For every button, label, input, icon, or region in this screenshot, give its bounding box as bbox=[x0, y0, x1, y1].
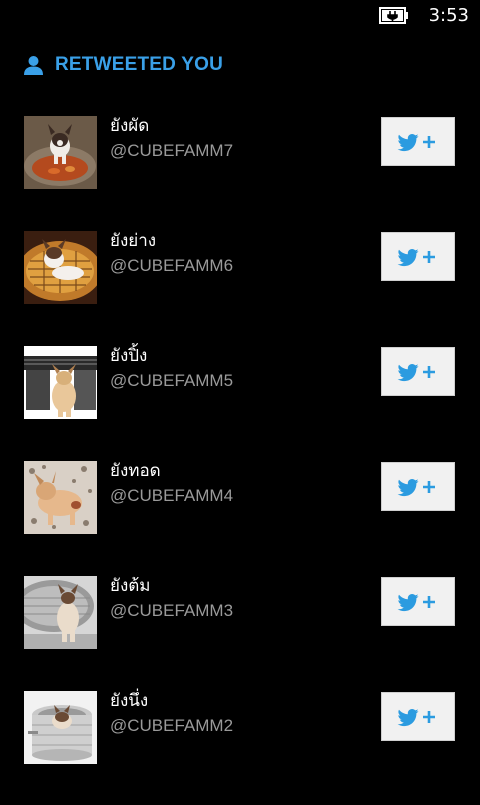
dog-photo-icon bbox=[24, 576, 97, 649]
user-handle: @CUBEFAMM7 bbox=[110, 141, 234, 160]
avatar[interactable] bbox=[24, 116, 97, 189]
avatar[interactable] bbox=[24, 346, 97, 419]
follow-button[interactable] bbox=[381, 232, 455, 281]
page-title: RETWEETED YOU bbox=[55, 54, 223, 75]
user-handle: @CUBEFAMM4 bbox=[110, 486, 234, 505]
list-item[interactable]: ยังทอด @CUBEFAMM4 bbox=[0, 460, 480, 575]
user-name: ยังนึ่ง bbox=[110, 691, 149, 711]
status-bar: 3:53 bbox=[0, 0, 480, 32]
avatar[interactable] bbox=[24, 231, 97, 304]
twitter-follow-icon bbox=[397, 593, 435, 611]
dog-photo-icon bbox=[24, 461, 97, 534]
avatar[interactable] bbox=[24, 576, 97, 649]
user-handle: @CUBEFAMM5 bbox=[110, 371, 234, 390]
avatar[interactable] bbox=[24, 461, 97, 534]
follow-button[interactable] bbox=[381, 577, 455, 626]
dog-photo-icon bbox=[24, 346, 97, 419]
user-handle: @CUBEFAMM6 bbox=[110, 256, 234, 275]
follow-button[interactable] bbox=[381, 347, 455, 396]
avatar[interactable] bbox=[24, 691, 97, 764]
twitter-follow-icon bbox=[397, 363, 435, 381]
dog-photo-icon bbox=[24, 691, 97, 764]
follow-button[interactable] bbox=[381, 462, 455, 511]
user-name: ยังย่าง bbox=[110, 231, 157, 251]
list-item[interactable]: ยังนึ่ง @CUBEFAMM2 bbox=[0, 690, 480, 805]
dog-photo-icon bbox=[24, 231, 97, 304]
user-name: ยังผัด bbox=[110, 116, 150, 136]
user-name: ยังทอด bbox=[110, 461, 161, 481]
retweeter-list: ยังผัด @CUBEFAMM7 ยังย่าง @CUBEFAMM6 ยัง… bbox=[0, 115, 480, 805]
battery-charging-icon bbox=[379, 7, 408, 24]
twitter-follow-icon bbox=[397, 708, 435, 726]
list-item[interactable]: ยังผัด @CUBEFAMM7 bbox=[0, 115, 480, 230]
list-item[interactable]: ยังย่าง @CUBEFAMM6 bbox=[0, 230, 480, 345]
user-name: ยังต้ม bbox=[110, 576, 151, 596]
user-handle: @CUBEFAMM3 bbox=[110, 601, 234, 620]
follow-button[interactable] bbox=[381, 692, 455, 741]
user-name: ยังปิ้ง bbox=[110, 346, 148, 366]
person-icon bbox=[24, 55, 43, 75]
follow-button[interactable] bbox=[381, 117, 455, 166]
twitter-follow-icon bbox=[397, 478, 435, 496]
section-header: RETWEETED YOU bbox=[23, 52, 223, 78]
dog-photo-icon bbox=[24, 116, 97, 189]
list-item[interactable]: ยังต้ม @CUBEFAMM3 bbox=[0, 575, 480, 690]
twitter-follow-icon bbox=[397, 133, 435, 151]
clock: 3:53 bbox=[428, 5, 469, 26]
list-item[interactable]: ยังปิ้ง @CUBEFAMM5 bbox=[0, 345, 480, 460]
user-handle: @CUBEFAMM2 bbox=[110, 716, 234, 735]
twitter-follow-icon bbox=[397, 248, 435, 266]
